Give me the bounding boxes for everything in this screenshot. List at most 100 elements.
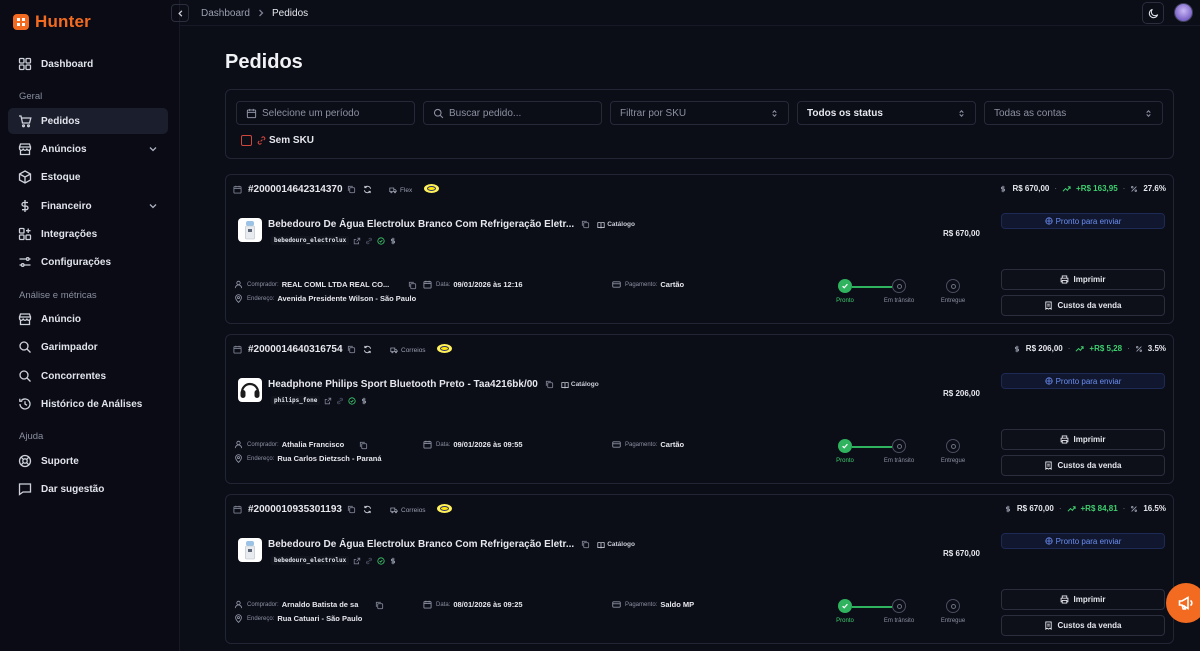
credit-card-icon (612, 601, 621, 608)
step-transit-indicator (892, 599, 906, 613)
copy-icon[interactable] (347, 345, 356, 354)
product-thumbnail[interactable] (238, 378, 262, 402)
unlink-icon (257, 136, 266, 145)
product-thumbnail[interactable] (238, 538, 262, 562)
payment-info: Pagamento: Cartão (612, 280, 684, 289)
copy-order-id-button[interactable] (347, 185, 356, 194)
sidebar-item-historico[interactable]: Histórico de Análises (8, 391, 168, 417)
copy-icon[interactable] (408, 281, 417, 290)
catalog-badge: Catálogo (561, 381, 599, 389)
copy-icon[interactable] (581, 540, 590, 549)
step-delivered-label: Entregue (940, 458, 966, 464)
package-check-icon (1044, 377, 1053, 385)
sidebar-item-dashboard[interactable]: Dashboard (8, 51, 168, 77)
user-avatar[interactable] (1174, 3, 1193, 22)
period-picker[interactable]: Selecione um período (236, 101, 415, 125)
separator: · (1067, 344, 1071, 353)
product-thumbnail[interactable] (238, 218, 262, 242)
product-title[interactable]: Headphone Philips Sport Bluetooth Preto … (268, 379, 538, 390)
truck-icon (389, 187, 397, 194)
product-title[interactable]: Bebedouro De Água Electrolux Branco Com … (268, 219, 574, 230)
breadcrumb-current: Pedidos (272, 8, 309, 19)
refresh-icon[interactable] (363, 505, 372, 514)
catalog-icon (597, 541, 605, 548)
product-title-row: Headphone Philips Sport Bluetooth Preto … (268, 379, 599, 390)
order-profit: +R$ 163,95 (1076, 184, 1118, 193)
dollar-icon (1005, 505, 1010, 512)
breadcrumb-parent[interactable]: Dashboard (201, 8, 250, 19)
sidebar-item-label: Pedidos (41, 115, 80, 127)
print-button[interactable]: Imprimir (1001, 589, 1165, 610)
print-button[interactable]: Imprimir (1001, 429, 1165, 450)
search-icon (19, 370, 31, 382)
sync-order-button[interactable] (363, 185, 372, 194)
shipping-method: Correios (390, 346, 426, 354)
sidebar-item-anuncio[interactable]: Anúncio (8, 306, 168, 332)
sidebar-item-sugestao[interactable]: Dar sugestão (8, 476, 168, 502)
order-summary: R$ 670,00 · +R$ 84,81 · 16.5% (1004, 504, 1166, 513)
copy-icon[interactable] (347, 185, 356, 194)
checkbox-box[interactable] (241, 135, 252, 146)
feedback-fab-button[interactable] (1166, 583, 1200, 623)
collapse-sidebar-button[interactable] (171, 4, 189, 22)
refresh-icon[interactable] (363, 185, 372, 194)
copy-icon[interactable] (359, 441, 368, 450)
date-key: Data: (436, 441, 451, 448)
sidebar-item-estoque[interactable]: Estoque (8, 164, 168, 190)
sidebar-item-label: Estoque (41, 171, 81, 183)
app-logo[interactable]: Hunter (13, 12, 91, 32)
copy-icon[interactable] (545, 380, 554, 389)
marketplace-logo (437, 344, 452, 353)
sidebar-item-concorrentes[interactable]: Concorrentes (8, 363, 168, 389)
sale-costs-button[interactable]: Custos da venda (1001, 455, 1165, 476)
copy-buyer-button[interactable] (359, 441, 368, 450)
no-sku-checkbox[interactable]: Sem SKU (241, 135, 314, 146)
copy-buyer-button[interactable] (408, 281, 417, 290)
hunter-logo-icon (13, 14, 29, 30)
address-value: Rua Catuari - São Paulo (277, 614, 363, 623)
sidebar-item-pedidos[interactable]: Pedidos (8, 108, 168, 134)
payment-value: Cartão (660, 280, 685, 289)
buyer-name: Arnaldo Batista de sa (281, 600, 359, 609)
copy-buyer-button[interactable] (375, 601, 384, 610)
item-price: R$ 670,00 (943, 549, 980, 558)
sidebar-item-garimpador[interactable]: Garimpador (8, 334, 168, 360)
sidebar-item-anuncios[interactable]: Anúncios (8, 136, 168, 162)
theme-toggle-button[interactable] (1142, 2, 1164, 24)
status-filter-select[interactable]: Todos os status (797, 101, 976, 125)
marketplace-logo (437, 504, 452, 513)
refresh-icon[interactable] (363, 345, 372, 354)
sale-costs-button[interactable]: Custos da venda (1001, 295, 1165, 316)
external-link-icon[interactable] (324, 397, 332, 405)
copy-order-id-button[interactable] (347, 345, 356, 354)
buyer-info: Comprador: Athalia Francisco (234, 440, 414, 449)
step-ready-indicator (838, 439, 852, 453)
sku-filter-value: Filtrar por SKU (620, 107, 687, 119)
external-link-icon[interactable] (353, 557, 361, 565)
copy-order-id-button[interactable] (347, 505, 356, 514)
address-info: Endereço: Rua Carlos Dietzsch - Paraná (234, 454, 382, 463)
date-value: 08/01/2026 às 09:25 (453, 600, 523, 609)
sidebar-item-integracoes[interactable]: Integrações (8, 221, 168, 247)
sync-order-button[interactable] (363, 505, 372, 514)
chevron-down-icon (149, 147, 157, 152)
copy-icon[interactable] (581, 220, 590, 229)
sidebar-item-financeiro[interactable]: Financeiro (8, 193, 168, 219)
separator: · (1122, 504, 1126, 513)
copy-icon[interactable] (347, 505, 356, 514)
external-link-icon[interactable] (353, 237, 361, 245)
sync-order-button[interactable] (363, 345, 372, 354)
percent-icon (1131, 185, 1138, 192)
check-circle-icon (348, 396, 356, 405)
copy-icon[interactable] (375, 601, 384, 610)
accounts-filter-select[interactable]: Todas as contas (984, 101, 1163, 125)
user-icon (234, 600, 243, 609)
sidebar-item-suporte[interactable]: Suporte (8, 448, 168, 474)
sidebar-item-configuracoes[interactable]: Configurações (8, 249, 168, 275)
print-button[interactable]: Imprimir (1001, 269, 1165, 290)
credit-card-icon (612, 281, 621, 288)
sale-costs-button[interactable]: Custos da venda (1001, 615, 1165, 636)
product-title[interactable]: Bebedouro De Água Electrolux Branco Com … (268, 539, 574, 550)
sku-filter-select[interactable]: Filtrar por SKU (610, 101, 789, 125)
search-input[interactable]: Buscar pedido... (423, 101, 602, 125)
